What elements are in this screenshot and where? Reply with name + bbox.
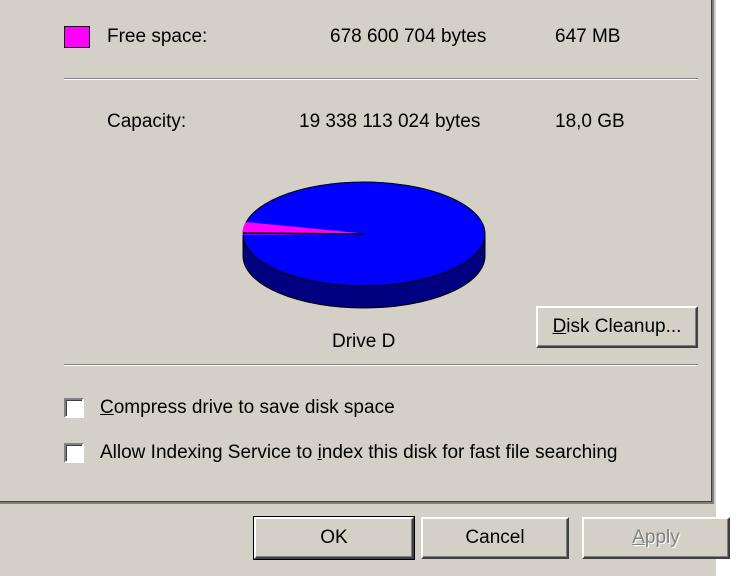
compress-label-text: ompress drive to save disk space [113, 397, 395, 418]
disk-usage-pie-chart [242, 181, 486, 309]
disk-cleanup-label: isk Cleanup... [566, 316, 682, 337]
free-space-label: Free space: [107, 26, 208, 47]
compress-drive-checkbox[interactable] [64, 398, 84, 418]
ok-button[interactable]: OK [253, 516, 415, 560]
apply-button[interactable]: Apply [582, 517, 730, 559]
compress-drive-label[interactable]: Compress drive to save disk space [100, 397, 395, 419]
window-edge [716, 0, 742, 576]
free-space-bytes: 678 600 704 bytes [330, 26, 487, 47]
capacity-size: 18,0 GB [555, 111, 625, 132]
separator [64, 78, 698, 80]
apply-mnemonic: A [632, 527, 645, 548]
free-space-color-swatch [64, 26, 90, 48]
free-space-size: 647 MB [555, 26, 621, 47]
disk-cleanup-mnemonic: D [552, 316, 567, 337]
pie-divider-line [242, 232, 365, 235]
cancel-button[interactable]: Cancel [421, 517, 569, 559]
compress-mnemonic: C [100, 397, 114, 418]
indexing-service-label[interactable]: Allow Indexing Service to index this dis… [100, 442, 618, 464]
capacity-bytes: 19 338 113 024 bytes [299, 111, 481, 132]
indexing-service-checkbox[interactable] [64, 443, 84, 463]
disk-cleanup-button[interactable]: Disk Cleanup... [536, 306, 698, 348]
indexing-label-after: ndex this disk for fast file searching [321, 442, 618, 463]
cancel-label: Cancel [465, 527, 525, 548]
separator [64, 364, 698, 366]
drive-label: Drive D [332, 331, 396, 352]
general-tab-panel: Free space: 678 600 704 bytes 647 MB Cap… [0, 0, 714, 504]
ok-label: OK [320, 527, 348, 548]
indexing-label-before: Allow Indexing Service to [100, 442, 318, 463]
capacity-label: Capacity: [107, 111, 187, 132]
apply-label: pply [644, 527, 680, 548]
